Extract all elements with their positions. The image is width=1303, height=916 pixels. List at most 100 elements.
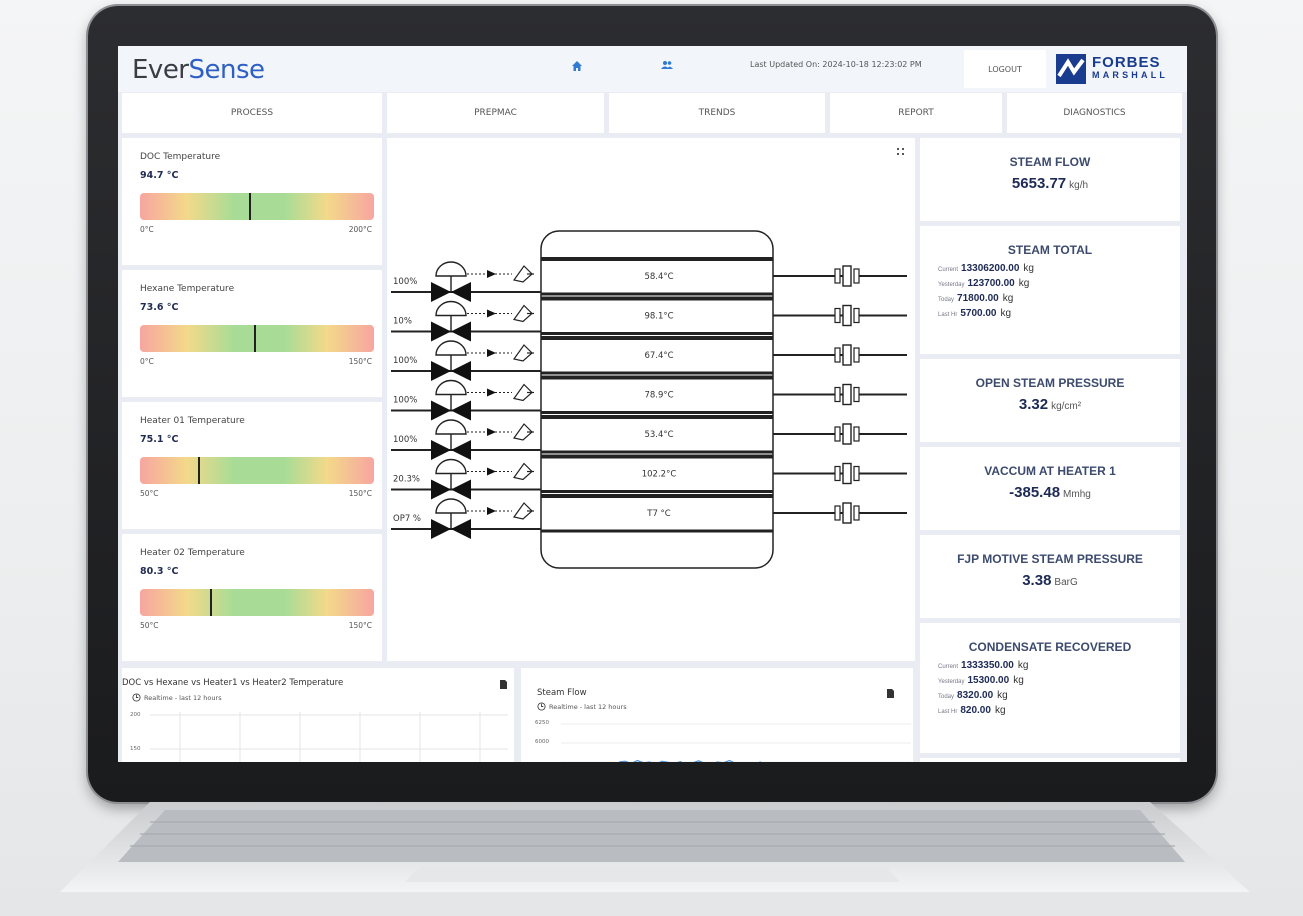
steam-trap — [842, 265, 852, 287]
gauge-marker — [209, 589, 212, 616]
laptop-base — [60, 802, 1250, 892]
list-item: Last Hr 820.00 kg — [938, 705, 1006, 716]
condensate-card: CONDENSATE RECOVERED Current 1333350.00 kg… — [920, 623, 1180, 753]
steam-trap-flange — [834, 386, 841, 403]
list-item: Today 71800.00 kg — [938, 293, 1014, 304]
stat-title: VACCUM AT HEATER 1 — [984, 464, 1116, 478]
gauge-min: 50°C — [140, 621, 159, 630]
steam-trap-flange — [853, 347, 860, 363]
forbes-logo-icon — [1056, 54, 1086, 84]
steam-trap-flange — [853, 465, 860, 482]
empty-card — [920, 758, 1180, 762]
gauge-bar — [140, 193, 374, 220]
condensate-rows: Current 1333350.00 kg Yesterday 15300.00 kg … — [938, 659, 1028, 719]
gauge-value: 75.1 °C — [140, 434, 179, 445]
gauge-title: Heater 02 Temperature — [140, 548, 245, 558]
steam-flow-card: STEAM FLOW 5653.77 kg/h — [920, 138, 1180, 221]
valve-opening-label: 10% — [393, 317, 412, 327]
users-icon[interactable] — [661, 61, 673, 69]
gauge-min: 50°C — [140, 489, 159, 498]
gauge-max: 150°C — [348, 357, 372, 366]
steam-trap-flange — [853, 307, 860, 324]
tab-prepmac[interactable]: PREPMAC — [387, 93, 604, 133]
valve-actuator — [435, 419, 467, 435]
steam-trap-flange — [853, 505, 860, 521]
steam-trap-flange — [834, 505, 841, 521]
main-tabs: PROCESS PREPMAC TRENDS REPORT DIAGNOSTIC… — [118, 93, 1187, 133]
tray-temperature-label: 98.1°C — [644, 312, 673, 322]
steam-trap-flange — [834, 347, 841, 363]
tray-temperature-label: 58.4°C — [644, 272, 673, 282]
top-header: EverSense Last Updated On: 2024-10-18 12… — [118, 46, 1187, 92]
signal-arrow — [487, 270, 496, 278]
last-updated-text: Last Updated On: 2024-10-18 12:23:02 PM — [750, 60, 922, 69]
company-logo: FORBES MARSHALL — [1056, 52, 1176, 86]
list-item: Yesterday 123700.00 kg — [938, 278, 1030, 289]
vaccum-heater-card: VACCUM AT HEATER 1 -385.48 Mmhg — [920, 447, 1180, 530]
steam-flow-chart-card: Steam Flow Realtime - last 12 hours 6250… — [521, 668, 913, 762]
valve-actuator — [435, 300, 467, 317]
gauge-marker — [253, 325, 256, 352]
tab-report[interactable]: REPORT — [830, 93, 1002, 133]
steam-trap — [842, 344, 852, 366]
valve-actuator — [435, 261, 467, 277]
signal-arrow — [487, 309, 496, 318]
valve-opening-label: 20.3% — [393, 475, 420, 485]
process-diagram: 100% 58.4°C 10% 98.1°C 100% 67.4°C 100% 78.9°C 1… — [391, 230, 907, 569]
steam-trap-flange — [834, 465, 841, 482]
app-logo[interactable]: EverSense — [132, 55, 265, 85]
signal-arrow — [487, 467, 496, 476]
gauge-card-hexane: Hexane Temperature 73.6 °C 0°C 150°C — [122, 270, 382, 397]
steam-trap-flange — [853, 386, 860, 403]
stat-title: STEAM TOTAL — [1007, 243, 1093, 257]
signal-arrow — [487, 428, 496, 436]
stat-title: OPEN STEAM PRESSURE — [975, 376, 1125, 390]
list-item: Current 1333350.00 kg — [938, 660, 1029, 671]
gauge-card-heater02: Heater 02 Temperature 80.3 °C 50°C 150°C — [122, 534, 382, 661]
steam-trap — [842, 462, 852, 485]
stat-value: -385.48 Mmhg — [1009, 484, 1091, 501]
gauge-value: 80.3 °C — [140, 566, 179, 577]
gauge-max: 150°C — [348, 621, 372, 630]
valve-actuator — [435, 340, 467, 356]
valve-actuator — [435, 458, 467, 475]
tab-trends[interactable]: TRENDS — [609, 93, 825, 133]
steam-flow-plot — [561, 723, 911, 762]
steam-trap — [842, 502, 852, 524]
temperature-chart-card: DOC vs Hexane vs Heater1 vs Heater2 Temp… — [122, 668, 514, 762]
home-icon[interactable] — [572, 61, 582, 71]
valve-opening-label: 100% — [393, 356, 417, 366]
gauge-max: 200°C — [348, 225, 372, 234]
gauge-title: Heater 01 Temperature — [140, 416, 245, 426]
steam-trap — [842, 304, 852, 327]
gauge-card-doc: DOC Temperature 94.7 °C 0°C 200°C — [122, 138, 382, 265]
tray-temperature-label: 53.4°C — [644, 430, 673, 440]
tab-diagnostics[interactable]: DIAGNOSTICS — [1007, 93, 1182, 133]
gauge-min: 0°C — [140, 357, 154, 366]
valve-actuator — [435, 379, 467, 396]
signal-arrow — [487, 507, 496, 515]
steam-trap — [842, 423, 852, 445]
stat-value: 3.38 BarG — [1022, 572, 1078, 589]
list-item: Today 8320.00 kg — [938, 690, 1008, 701]
valve-opening-label: 100% — [393, 277, 417, 287]
stat-value: 5653.77 kg/h — [1011, 175, 1089, 192]
gauge-marker — [198, 457, 200, 484]
tray-temperature-label: T7 °C — [646, 509, 671, 519]
stat-title: CONDENSATE RECOVERED — [968, 640, 1132, 654]
gauge-marker — [249, 193, 252, 220]
logout-button[interactable]: LOGOUT — [964, 50, 1046, 88]
gauge-card-heater01: Heater 01 Temperature 75.1 °C 50°C 150°C — [122, 402, 382, 529]
fjp-motive-card: FJP MOTIVE STEAM PRESSURE 3.38 BarG — [920, 535, 1180, 618]
gauge-bar — [140, 325, 374, 352]
valve-opening-label: 100% — [393, 435, 417, 445]
dashboard-screen: EverSense Last Updated On: 2024-10-18 12… — [118, 46, 1187, 762]
tray-temperature-label: 78.9°C — [644, 391, 673, 401]
valve-opening-label: 100% — [393, 396, 417, 406]
list-item: Current 13306200.00 kg — [938, 263, 1034, 274]
gauge-value: 73.6 °C — [140, 302, 179, 313]
tray-temperature-label: 102.2°C — [642, 470, 677, 480]
steam-trap-flange — [853, 426, 860, 442]
chart-grid — [150, 712, 508, 762]
tab-process[interactable]: PROCESS — [122, 93, 382, 133]
